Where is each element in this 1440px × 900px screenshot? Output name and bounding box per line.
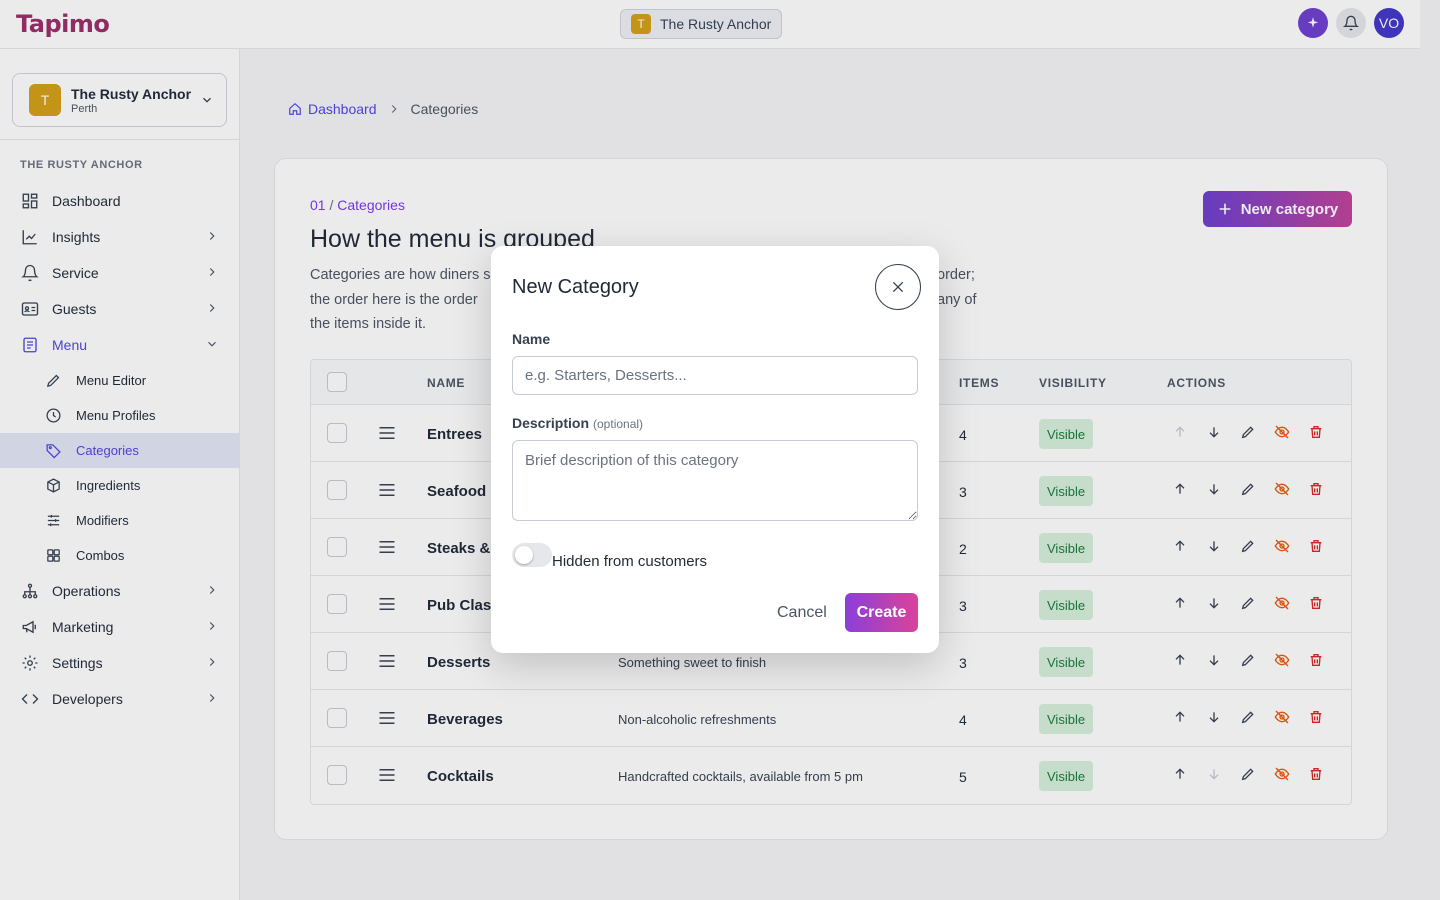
- modal-close-button[interactable]: [875, 264, 921, 310]
- create-button[interactable]: Create: [845, 593, 918, 632]
- description-label-text: Description: [512, 415, 590, 431]
- category-name-input[interactable]: [512, 356, 918, 395]
- category-description-input[interactable]: [512, 440, 918, 521]
- toggle-label: Hidden from customers: [552, 553, 708, 570]
- new-category-modal: New Category Name Description(optional) …: [491, 246, 939, 653]
- close-icon: [892, 281, 904, 293]
- description-optional-hint: (optional): [593, 417, 644, 431]
- name-label: Name: [512, 331, 551, 347]
- hidden-from-customers-toggle[interactable]: [512, 543, 552, 567]
- modal-title: New Category: [512, 276, 639, 298]
- toggle-knob: [515, 546, 533, 564]
- cancel-button[interactable]: Cancel: [767, 594, 837, 632]
- description-label: Description (optional): [512, 415, 643, 431]
